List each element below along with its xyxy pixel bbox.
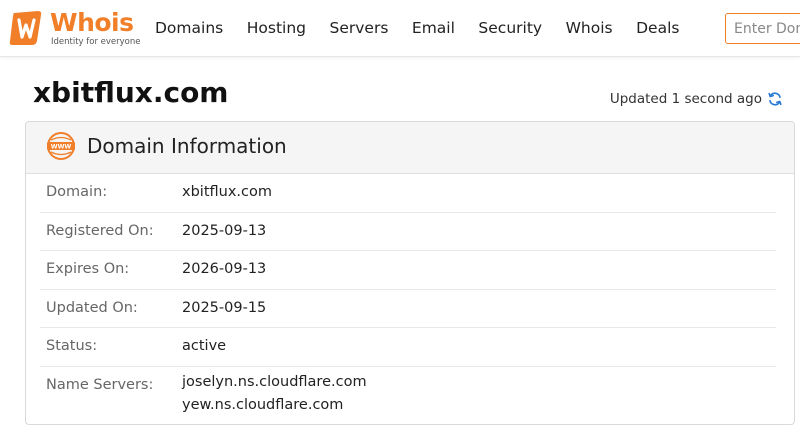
row-value: 2026-09-13 [182,261,267,277]
row-value: 2025-09-13 [182,222,267,239]
card-title: Domain Information [87,134,287,158]
info-row-name-servers: Name Servers: joselyn.ns.cloudflare.com … [40,367,776,425]
nav-servers[interactable]: Servers [330,18,389,38]
name-server-2: yew.ns.cloudflare.com [182,396,344,413]
info-row-domain: Domain: xbitflux.com [40,174,776,213]
info-row-status: Status: active [40,328,776,367]
refresh-icon[interactable] [767,91,783,107]
nav-security[interactable]: Security [478,18,542,38]
info-table: Domain: xbitflux.com Registered On: 2025… [40,174,776,425]
main-nav: Domains Hosting Servers Email Security W… [155,18,703,38]
row-value: 2025-09-15 [182,299,267,316]
updated-status: Updated 1 second ago [610,91,783,107]
row-value: xbitflux.com [182,184,272,200]
svg-text:WWW: WWW [51,144,72,151]
www-icon: WWW [47,132,75,160]
name-server-1: joselyn.ns.cloudflare.com [182,373,367,390]
nav-domains[interactable]: Domains [155,18,223,38]
nav-deals[interactable]: Deals [636,18,679,38]
logo-tagline: Identity for everyone [51,37,141,47]
row-label: Status: [46,338,98,354]
search-input[interactable] [725,13,800,44]
info-row-registered: Registered On: 2025-09-13 [40,213,776,251]
domain-info-card: WWW Domain Information Domain: xbitflux.… [25,121,795,425]
row-label: Domain: [46,184,108,200]
row-value: active [182,338,227,354]
name-servers-value: joselyn.ns.cloudflare.com yew.ns.cloudfl… [182,371,367,417]
site-header: Whois Identity for everyone Domains Host… [0,0,800,57]
row-label: Registered On: [46,222,154,239]
info-row-updated: Updated On: 2025-09-15 [40,290,776,328]
card-header: WWW Domain Information [26,122,794,174]
row-label: Name Servers: [46,376,154,393]
row-label: Updated On: [46,299,138,316]
whois-logo[interactable]: Whois Identity for everyone [8,8,141,47]
row-label: Expires On: [46,261,130,277]
logo-wordmark: Whois [50,8,134,37]
page-title: xbitflux.com [33,76,229,109]
updated-text: Updated 1 second ago [609,91,762,107]
nav-hosting[interactable]: Hosting [247,18,306,38]
nav-email[interactable]: Email [412,18,455,38]
info-row-expires: Expires On: 2026-09-13 [40,251,776,290]
nav-whois[interactable]: Whois [566,18,613,38]
whois-logo-icon [9,11,42,45]
